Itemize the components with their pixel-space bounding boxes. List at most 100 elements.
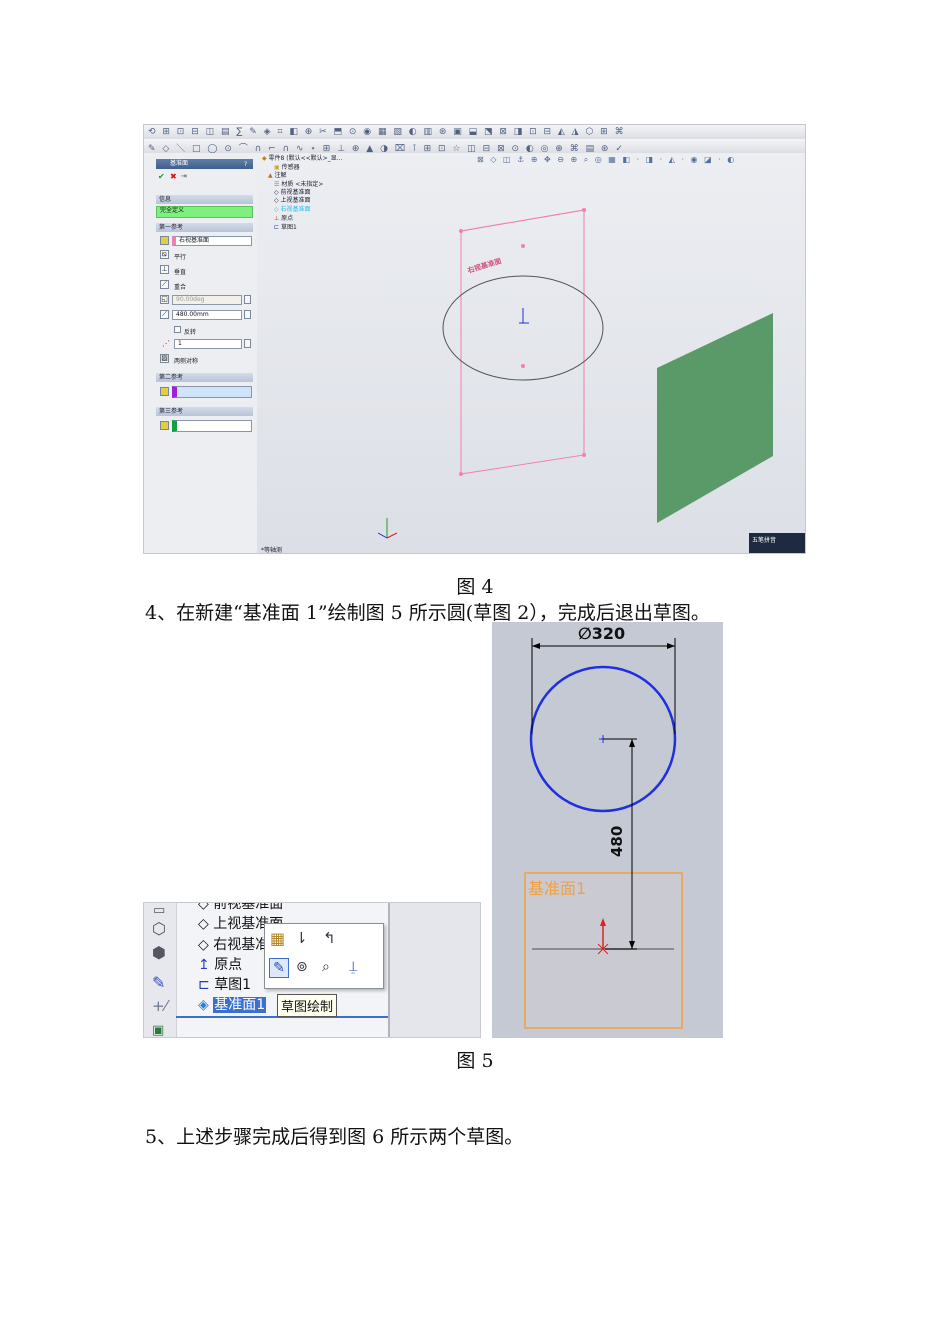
edit-feature-icon[interactable]: ▦ — [270, 929, 285, 948]
sketch-tool-icon[interactable]: ✎ — [152, 973, 165, 992]
distance-spinner[interactable] — [244, 310, 251, 319]
distance-field[interactable]: 480.00mm — [172, 310, 242, 320]
figure-5-feature-tree: ▭ ⬡ ⬢ ✎ +⁄ ▣ ◇ 前视基准面 ◇ 上视基准面 ◇ 右视基准 ↥ 原点… — [143, 902, 481, 1038]
step-4-text: 4、在新建“基准面 1”绘制图 5 所示圆(草图 2），完成后退出草图。 — [145, 602, 710, 624]
origin-icon: ↥ — [198, 957, 210, 973]
tree-item-origin[interactable]: ⊥ 原点 — [274, 213, 293, 222]
context-toolbar[interactable]: ▦ ⇂ ↰ ✎ ⊚ ⌕ ⍊ — [264, 923, 384, 989]
toolbar-row-1[interactable]: ⟲ ⊞ ⊡ ⊟ ◫ ▤ ∑ ✎ ◈ ⌗ ◧ ⊕ ✂ ⬒ ⊙ ◉ ▦ ▧ ◐ ▥ … — [144, 125, 805, 140]
tree-item-right-plane[interactable]: ◇ 右视基准面 — [274, 204, 311, 213]
angle-icon[interactable]: ◱ — [160, 295, 169, 304]
third-reference-field[interactable] — [172, 420, 252, 432]
tree-item-annotations[interactable]: ▲ 注解 — [268, 170, 287, 179]
first-reference-field[interactable]: 右视基准面 — [172, 236, 252, 246]
plane-icon: ◇ — [198, 916, 209, 932]
property-title: 基准面 — [156, 159, 253, 169]
plane-icon: ◇ — [274, 197, 279, 204]
distance-icon[interactable]: ⟋ — [160, 310, 169, 319]
triad-x — [386, 532, 398, 539]
coincident-icon[interactable]: ⟋ — [160, 280, 169, 289]
symmetric-label[interactable]: 两侧对称 — [174, 356, 198, 365]
sketch-icon[interactable]: ✎ — [269, 958, 289, 978]
smart-dimension-icon[interactable]: +⁄ — [152, 997, 167, 1015]
right-plane-green — [657, 313, 773, 523]
plane-handle — [521, 364, 525, 368]
tree-item-sketch1[interactable]: ⊏ 草图1 — [274, 222, 297, 231]
cancel-icon[interactable]: ✖ — [170, 172, 177, 181]
pin-icon[interactable]: ⇥ — [181, 172, 187, 180]
plane-edge — [460, 209, 585, 232]
step-5-text: 5、上述步骤完成后得到图 6 所示两个草图。 — [145, 1126, 524, 1148]
tree-item-right-plane[interactable]: ◇ 右视基准 — [198, 934, 269, 954]
diameter-dimension[interactable]: ∅320 — [578, 624, 625, 643]
symmetric-icon[interactable]: ▨ — [160, 354, 169, 363]
annotation-icon: ▲ — [268, 172, 273, 179]
reorder-icon[interactable]: ⇂ — [295, 929, 308, 947]
count-field[interactable]: 1 — [174, 339, 242, 349]
part-icon: ◆ — [262, 155, 267, 162]
dim-arrow — [629, 739, 635, 747]
figure-4-screenshot: ⟲ ⊞ ⊡ ⊟ ◫ ▤ ∑ ✎ ◈ ⌗ ◧ ⊕ ✂ ⬒ ⊙ ◉ ▦ ▧ ◐ ▥ … — [143, 124, 806, 554]
new-plane-outline — [460, 209, 585, 475]
cube-icon[interactable]: ⬢ — [152, 943, 166, 962]
perpendicular-icon[interactable]: ⊥ — [160, 265, 169, 274]
dim-arrow — [667, 643, 675, 649]
parent-icon[interactable]: ↰ — [323, 929, 336, 947]
first-reference-group[interactable]: 第一参考 — [156, 223, 253, 232]
message-status: 完全定义 — [156, 206, 253, 218]
plane-icon — [160, 421, 169, 430]
cube-icon[interactable]: ▭ — [153, 903, 165, 918]
graphics-area — [388, 903, 480, 1037]
origin-icon: ⊥ — [274, 215, 280, 222]
angle-field[interactable]: 90.00deg — [172, 295, 242, 305]
distance-dimension[interactable]: 480 — [608, 826, 626, 857]
third-reference-group[interactable]: 第三参考 — [156, 407, 253, 416]
ok-icon[interactable]: ✔ — [158, 172, 165, 181]
second-reference-group[interactable]: 第二参考 — [156, 373, 253, 382]
heads-up-toolbar[interactable]: ⊠ ◇ ◫ ⚓ ⊕ ✥ ⊖ ⊕ ⌕ ◎ ▦ ◧ · ◨ · ◭ · ◉ ◪ · … — [477, 155, 736, 165]
count-icon: ⋰ — [162, 339, 170, 348]
help-icon[interactable]: ? — [244, 161, 247, 168]
plane-icon — [160, 387, 169, 396]
plane-handle — [459, 229, 463, 233]
tree-root[interactable]: ◆ 零件8 (默认<<默认>_显... — [262, 153, 342, 162]
figure-5-sketch-view[interactable]: ∅320 480 基准面1 — [492, 622, 723, 1038]
display-icon[interactable]: ▣ — [152, 1023, 164, 1037]
plane-icon: ◈ — [198, 997, 209, 1013]
message-group[interactable]: 信息 — [156, 195, 253, 204]
hide-icon[interactable]: ⊚ — [296, 959, 308, 975]
viewport-graphics — [377, 208, 773, 539]
second-reference-field[interactable] — [172, 386, 252, 398]
plane-handle — [521, 244, 525, 248]
plane-icon: ◇ — [198, 902, 209, 912]
plane-handle — [582, 208, 586, 212]
cube-icon[interactable]: ⬡ — [152, 919, 166, 938]
sketch-icon: ⊏ — [274, 224, 280, 231]
option-coincident[interactable]: 重合 — [174, 282, 186, 291]
angle-spinner[interactable] — [244, 295, 251, 304]
figure-4-caption: 图 4 — [456, 576, 494, 598]
tree-item-top-plane[interactable]: ◇ 上视基准面 — [274, 195, 311, 204]
sketch-icon: ⊏ — [198, 977, 210, 993]
option-parallel[interactable]: 平行 — [174, 252, 186, 261]
tree-item-origin[interactable]: ↥ 原点 — [198, 954, 242, 974]
toolbar-row-2[interactable]: ✎ ◇ ＼ □ ◯ ⊙ ⌒ ∩ ⌐ ∩ ∿ ⋆ ⊞ ⊥ ⊕ ▲ ◑ ⌧ ⊺ ⊞ … — [144, 139, 805, 154]
plane-handle — [459, 472, 463, 476]
figure-5-caption: 图 5 — [456, 1050, 494, 1072]
tree-item-sketch1[interactable]: ⊏ 草图1 — [198, 974, 251, 994]
graphics-viewport[interactable]: 右视基准面 *等轴测 ⊠ ◇ ◫ ⚓ ⊕ ✥ ⊖ ⊕ ⌕ ◎ ▦ ◧ · ◨ ·… — [257, 153, 805, 554]
flip-checkbox[interactable] — [174, 326, 181, 333]
option-perpendicular[interactable]: 垂直 — [174, 267, 186, 276]
ime-toolbar[interactable]: 五笔拼音 — [749, 533, 805, 553]
ime-label: 五笔拼音 — [752, 537, 777, 544]
tree-item-front-plane[interactable]: ◇ 前视基准面 — [198, 902, 283, 913]
zoom-icon[interactable]: ⌕ — [322, 959, 330, 975]
count-spinner[interactable] — [244, 339, 251, 348]
parallel-icon[interactable]: ⧅ — [160, 250, 169, 259]
normal-to-icon[interactable]: ⍊ — [349, 959, 357, 975]
view-orientation-label: *等轴测 — [261, 547, 283, 554]
plane-icon: ◇ — [274, 206, 279, 213]
property-manager: 基准面 ? ✔ ✖ ⇥ 信息 完全定义 第一参考 右视基准面 ⧅ 平行 ⊥ 垂直… — [144, 153, 258, 553]
triad-z — [377, 532, 388, 539]
tree-item-plane1[interactable]: ◈ 基准面1 — [198, 994, 267, 1014]
